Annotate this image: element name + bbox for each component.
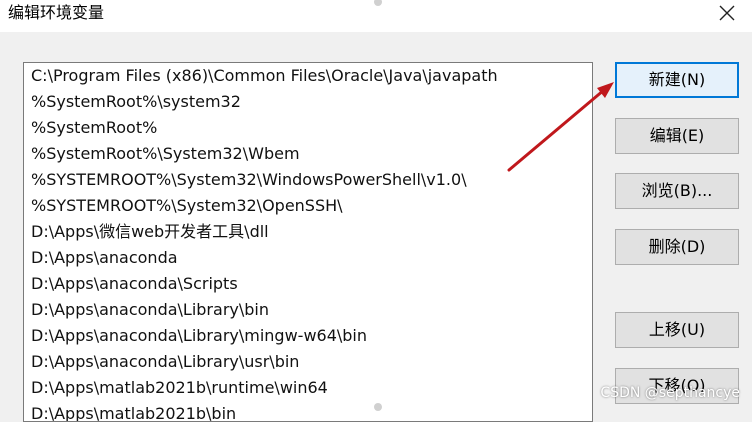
edit-button[interactable]: 编辑(E) xyxy=(615,118,739,154)
path-list[interactable]: C:\Program Files (x86)\Common Files\Orac… xyxy=(23,62,593,422)
list-item[interactable]: D:\Apps\anaconda\Library\usr\bin xyxy=(24,349,592,375)
new-button[interactable]: 新建(N) xyxy=(615,62,739,98)
list-item[interactable]: %SystemRoot% xyxy=(24,115,592,141)
browse-button[interactable]: 浏览(B)... xyxy=(615,173,739,209)
watermark: CSDN @septhancye xyxy=(600,385,740,401)
list-item[interactable]: D:\Apps\anaconda\Scripts xyxy=(24,271,592,297)
list-item[interactable]: C:\Program Files (x86)\Common Files\Orac… xyxy=(24,63,592,89)
window-title: 编辑环境变量 xyxy=(8,3,105,22)
list-item[interactable]: D:\Apps\anaconda xyxy=(24,245,592,271)
list-item[interactable]: D:\Apps\matlab2021b\bin xyxy=(24,401,592,421)
list-item[interactable]: D:\Apps\anaconda\Library\bin xyxy=(24,297,592,323)
move-up-button[interactable]: 上移(U) xyxy=(615,312,739,348)
list-item[interactable]: D:\Apps\anaconda\Library\mingw-w64\bin xyxy=(24,323,592,349)
delete-button[interactable]: 删除(D) xyxy=(615,229,739,265)
close-icon[interactable] xyxy=(716,2,738,24)
list-item[interactable]: D:\Apps\matlab2021b\runtime\win64 xyxy=(24,375,592,401)
list-item[interactable]: %SystemRoot%\System32\Wbem xyxy=(24,141,592,167)
list-item[interactable]: %SYSTEMROOT%\System32\OpenSSH\ xyxy=(24,193,592,219)
list-item[interactable]: %SystemRoot%\system32 xyxy=(24,89,592,115)
list-item[interactable]: %SYSTEMROOT%\System32\WindowsPowerShell\… xyxy=(24,167,592,193)
list-item[interactable]: D:\Apps\微信web开发者工具\dll xyxy=(24,219,592,245)
decorative-dot xyxy=(374,403,382,411)
